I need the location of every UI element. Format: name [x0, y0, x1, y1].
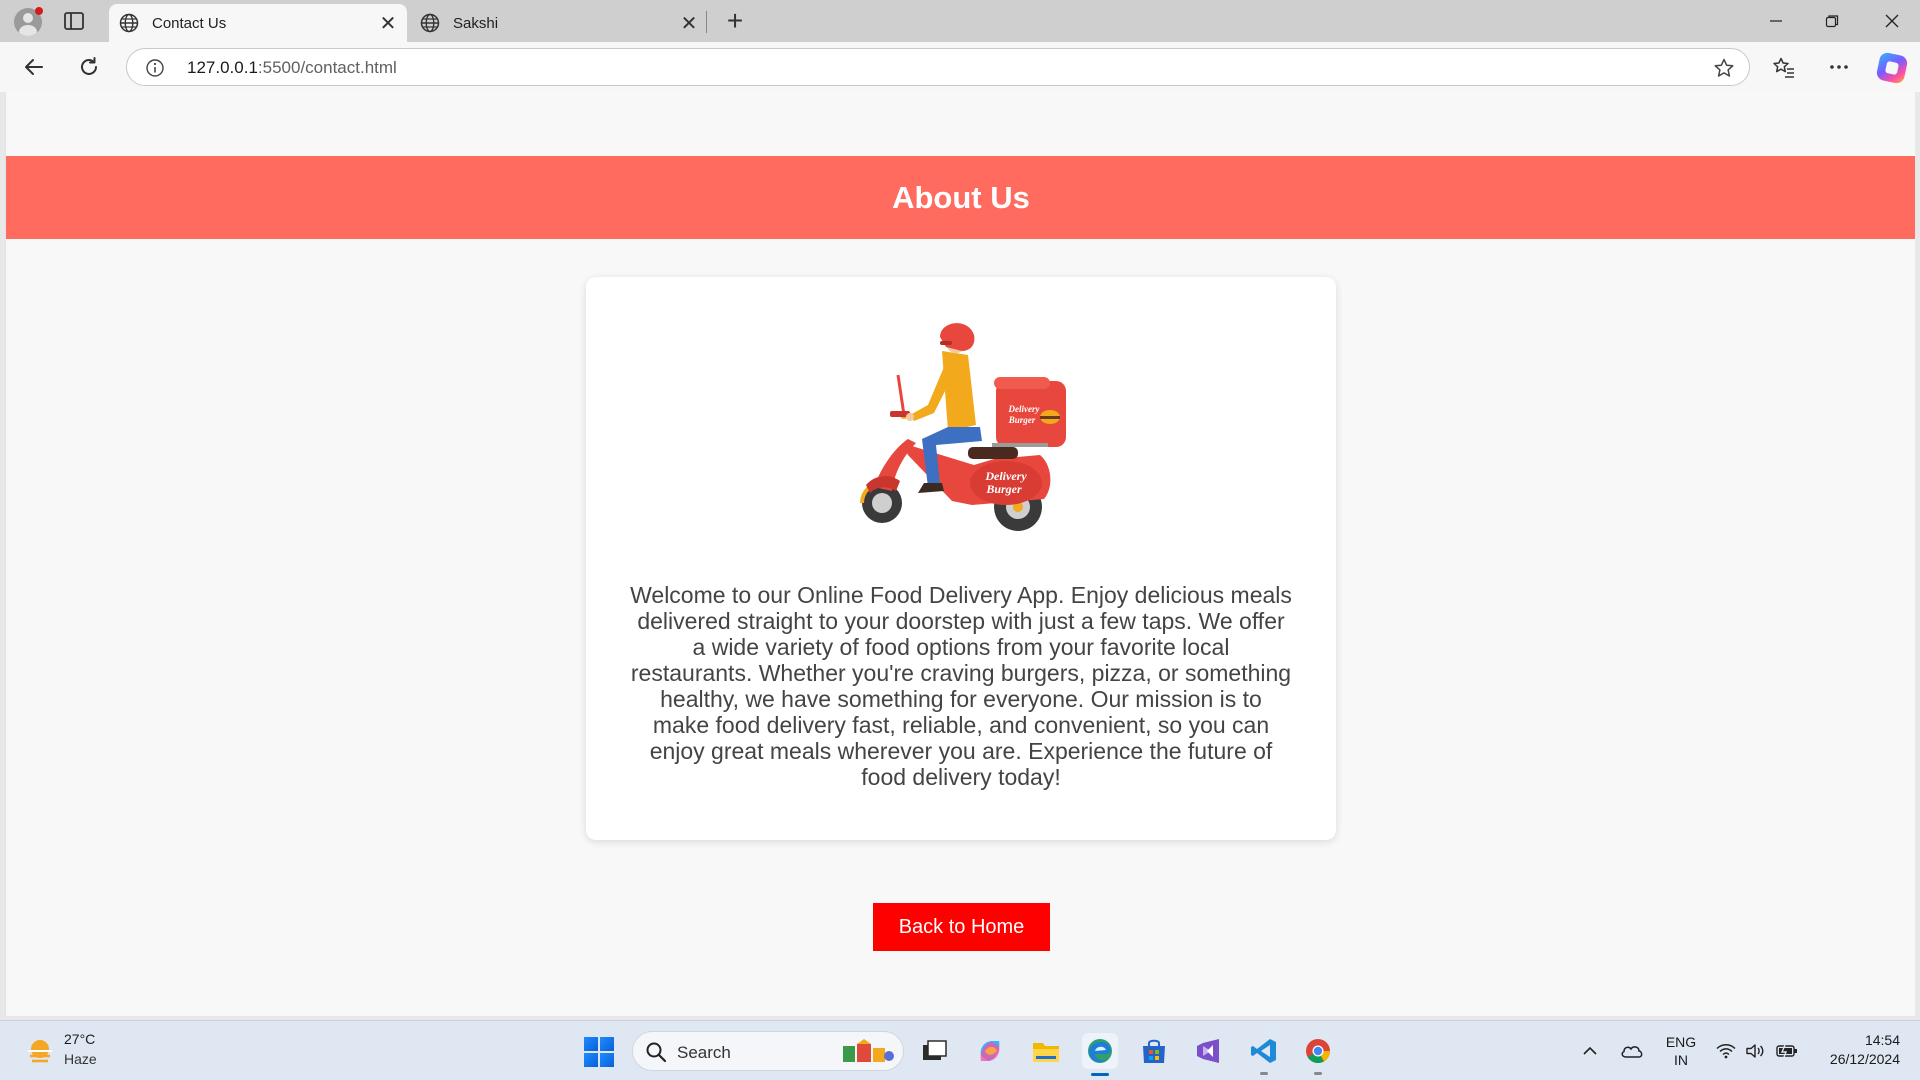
new-tab-button[interactable]: + — [720, 6, 750, 36]
visual-studio-icon[interactable] — [1190, 1033, 1226, 1069]
onedrive-icon[interactable] — [1620, 1021, 1644, 1080]
weather-condition[interactable]: Haze — [64, 1051, 97, 1067]
tab-sakshi[interactable]: Sakshi ✕ — [410, 4, 708, 42]
refresh-button[interactable] — [70, 48, 108, 86]
favorites-button[interactable] — [1765, 48, 1803, 86]
wifi-icon[interactable] — [1716, 1021, 1736, 1080]
more-options-icon[interactable] — [1820, 48, 1858, 86]
tab-separator — [706, 11, 707, 33]
chrome-icon[interactable] — [1300, 1033, 1336, 1075]
url-text[interactable]: 127.0.0.1:5500/contact.html — [187, 58, 397, 78]
page-title: About Us — [892, 179, 1030, 215]
running-indicator — [1260, 1072, 1268, 1075]
close-tab-icon[interactable]: ✕ — [674, 8, 704, 38]
running-indicator — [1314, 1072, 1322, 1075]
minimize-button[interactable] — [1748, 0, 1804, 42]
browser-toolbar: 127.0.0.1:5500/contact.html — [0, 42, 1920, 92]
page-viewport: About Us Delivery Burger Delivery Burger… — [5, 92, 1915, 1016]
tab-title: Sakshi — [453, 14, 499, 32]
restore-button[interactable] — [1804, 0, 1860, 42]
weather-haze-icon[interactable] — [26, 1038, 54, 1064]
search-icon — [646, 1042, 667, 1063]
scooter-label-top: Delivery — [984, 469, 1027, 483]
tab-contact-us[interactable]: Contact Us ✕ — [109, 4, 407, 42]
system-clock[interactable]: 14:54 26/12/2024 — [1808, 1031, 1900, 1069]
battery-icon[interactable] — [1776, 1021, 1798, 1080]
clock-date: 26/12/2024 — [1829, 1051, 1900, 1067]
notification-dot — [35, 7, 43, 15]
search-highlight-icon — [843, 1039, 894, 1062]
globe-icon — [420, 13, 440, 33]
close-tab-icon[interactable]: ✕ — [373, 8, 403, 38]
site-info-icon[interactable] — [145, 58, 165, 78]
url-host: 127.0.0.1 — [187, 58, 258, 77]
address-bar[interactable]: 127.0.0.1:5500/contact.html — [126, 48, 1750, 86]
back-button[interactable] — [15, 48, 53, 86]
about-paragraph: Welcome to our Online Food Delivery App.… — [630, 582, 1292, 790]
url-path: :5500/contact.html — [257, 58, 397, 77]
file-explorer-icon[interactable] — [1028, 1033, 1064, 1069]
microsoft-store-icon[interactable] — [1136, 1033, 1172, 1069]
copilot-icon[interactable] — [1875, 51, 1909, 85]
active-indicator — [1091, 1073, 1109, 1076]
show-hidden-icons[interactable] — [1582, 1021, 1598, 1080]
taskbar-search[interactable]: Search — [632, 1031, 904, 1071]
page-header: About Us — [6, 156, 1915, 239]
favorite-star-icon[interactable] — [1713, 57, 1735, 79]
browser-tab-strip: Contact Us ✕ Sakshi ✕ + — [0, 0, 1920, 42]
lang-region: IN — [1674, 1052, 1688, 1068]
tab-actions-icon[interactable] — [62, 11, 86, 31]
windows-taskbar: 27°C Haze Search ENG IN 14:54 26/12/2024 — [0, 1020, 1920, 1080]
windows-start-icon[interactable] — [584, 1037, 614, 1067]
weather-temperature[interactable]: 27°C — [64, 1031, 95, 1047]
tab-title: Contact Us — [152, 14, 227, 32]
scooter-label-bottom: Burger — [985, 482, 1022, 496]
search-label: Search — [677, 1043, 731, 1062]
box-label-top: Delivery — [1008, 404, 1041, 414]
close-window-button[interactable] — [1864, 0, 1920, 42]
vscode-icon[interactable] — [1246, 1033, 1282, 1075]
globe-icon — [119, 13, 139, 33]
delivery-scooter-illustration: Delivery Burger Delivery Burger — [860, 323, 1066, 531]
box-label-bottom: Burger — [1008, 415, 1036, 425]
clock-time: 14:54 — [1864, 1032, 1900, 1048]
about-card: Delivery Burger Delivery Burger Welcome … — [586, 277, 1336, 840]
input-language[interactable]: ENG IN — [1660, 1033, 1702, 1069]
task-view-icon[interactable] — [916, 1033, 952, 1069]
edge-browser-icon[interactable] — [1082, 1033, 1118, 1076]
lang-code: ENG — [1665, 1034, 1697, 1050]
copilot-taskbar-icon[interactable] — [972, 1033, 1008, 1069]
volume-icon[interactable] — [1745, 1021, 1765, 1080]
back-to-home-button[interactable]: Back to Home — [873, 903, 1050, 951]
